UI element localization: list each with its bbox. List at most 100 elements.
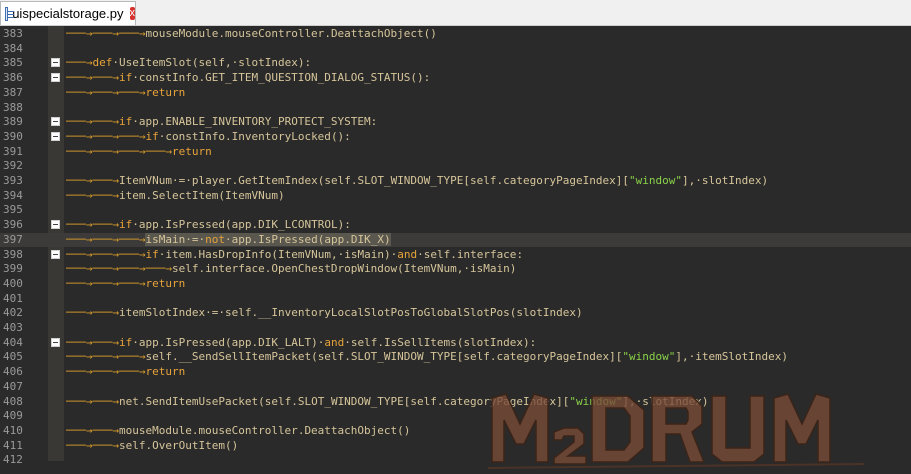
code-text: if·app.IsPressed(app.DIK_LALT)·and·self.… xyxy=(118,335,537,349)
code-text: item.SelectItem(ItemVNum) xyxy=(118,188,285,202)
code-line[interactable]: 409 xyxy=(0,409,911,424)
fold-toggle-icon[interactable] xyxy=(51,58,60,68)
code-line[interactable]: 384 xyxy=(0,42,911,57)
code-text: net.SendItemUsePacket(self.SLOT_WINDOW_T… xyxy=(118,394,709,408)
code-line[interactable]: 411 ───→───→self.OverOutItem() xyxy=(0,439,911,454)
code-line[interactable]: 406 ───→───→───→return xyxy=(0,365,911,380)
code-text: if·app.IsPressed(app.DIK_LCONTROL): xyxy=(118,218,351,232)
line-number: 392 xyxy=(3,159,23,173)
fold-toggle-icon[interactable] xyxy=(51,337,60,347)
code-line[interactable]: 410 ───→───→mouseModule.mouseController.D… xyxy=(0,424,911,439)
indent-markers: ───→───→───→───→ xyxy=(66,262,172,276)
code-line[interactable]: 391 ───→───→───→───→return xyxy=(0,145,911,160)
line-number: 405 xyxy=(3,350,23,364)
code-text: return xyxy=(145,85,186,99)
line-number: 402 xyxy=(3,306,23,320)
code-text: mouseModule.mouseController.DeattachObje… xyxy=(118,423,411,437)
code-line[interactable]: 408 ───→───→net.SendItemUsePacket(self.SL… xyxy=(0,395,911,410)
line-number: 403 xyxy=(3,321,23,334)
line-number: 386 xyxy=(3,71,23,85)
tab-title: uispecialstorage.py xyxy=(12,6,124,21)
code-line[interactable]: 393 ───→───→ItemVNum·=·player.GetItemInde… xyxy=(0,174,911,189)
code-text: if·item.HasDropInfo(ItemVNum,·isMain)·an… xyxy=(145,247,524,261)
code-line[interactable]: 383 ───→───→───→mouseModule.mouseControll… xyxy=(0,27,911,42)
tab-bar: uispecialstorage.py x xyxy=(0,0,911,26)
code-line[interactable]: 388 xyxy=(0,101,911,116)
line-number: 384 xyxy=(3,41,23,55)
fold-toggle-icon[interactable] xyxy=(51,220,60,230)
indent-markers: ───→───→ xyxy=(66,423,119,437)
line-number: 406 xyxy=(3,365,23,379)
code-line[interactable]: 396 ───→───→if·app.IsPressed(app.DIK_LCON… xyxy=(0,218,911,233)
indent-markers: ───→───→ xyxy=(66,115,119,129)
line-number: 390 xyxy=(3,129,23,143)
code-text: self.interface.OpenChestDropWindow(ItemV… xyxy=(171,262,517,276)
code-line[interactable]: 400 ───→───→───→return xyxy=(0,277,911,292)
indent-markers: ───→───→───→───→ xyxy=(66,144,172,158)
line-number: 407 xyxy=(3,379,23,393)
tab-uispecialstorage[interactable]: uispecialstorage.py x xyxy=(0,1,136,25)
line-number: 398 xyxy=(3,247,23,261)
code-text: ItemVNum·=·player.GetItemIndex(self.SLOT… xyxy=(118,174,769,187)
code-text: isMain·=·not·app.IsPressed(app.DIK_X) xyxy=(145,232,391,246)
indent-markers: ───→───→───→ xyxy=(66,85,146,99)
code-text: if·constInfo.GET_ITEM_QUESTION_DIALOG_ST… xyxy=(118,71,431,85)
code-text: def·UseItemSlot(self,·slotIndex): xyxy=(92,56,312,70)
indent-markers: ───→───→ xyxy=(66,218,119,232)
fold-toggle-icon[interactable] xyxy=(51,249,60,259)
code-line[interactable]: 389 ───→───→if·app.ENABLE_INVENTORY_PROTE… xyxy=(0,115,911,130)
indent-markers: ───→───→───→ xyxy=(66,350,146,364)
code-line[interactable]: 404 ───→───→if·app.IsPressed(app.DIK_LALT… xyxy=(0,336,911,351)
code-line[interactable]: 401 xyxy=(0,292,911,307)
code-line[interactable]: 403 xyxy=(0,321,911,336)
code-line[interactable]: 407 xyxy=(0,380,911,395)
fold-toggle-icon[interactable] xyxy=(51,131,60,141)
line-number: 397 xyxy=(3,232,23,246)
code-line[interactable]: 390 ───→───→───→if·constInfo.InventoryLoc… xyxy=(0,130,911,145)
fold-toggle-icon[interactable] xyxy=(51,73,60,83)
code-text: mouseModule.mouseController.DeattachObje… xyxy=(145,27,437,40)
line-number: 409 xyxy=(3,409,23,423)
line-number: 385 xyxy=(3,56,23,70)
line-number: 410 xyxy=(3,423,23,437)
code-line[interactable]: 386 ───→───→if·constInfo.GET_ITEM_QUESTIO… xyxy=(0,71,911,86)
code-line[interactable]: 394 ───→───→item.SelectItem(ItemVNum) xyxy=(0,189,911,204)
line-number: 389 xyxy=(3,115,23,129)
indent-markers: ───→───→ xyxy=(66,335,119,349)
python-file-icon xyxy=(5,6,15,21)
code-line[interactable]: 387 ───→───→───→return xyxy=(0,86,911,101)
line-number: 395 xyxy=(3,203,23,217)
code-line[interactable]: 398 ───→───→───→if·item.HasDropInfo(ItemV… xyxy=(0,248,911,263)
code-line[interactable]: 385 ───→def·UseItemSlot(self,·slotIndex): xyxy=(0,56,911,71)
line-number: 408 xyxy=(3,394,23,408)
indent-markers: ───→───→ xyxy=(66,438,119,452)
indent-markers: ───→───→───→ xyxy=(66,129,146,143)
line-number: 393 xyxy=(3,174,23,187)
code-line[interactable]: 392 xyxy=(0,159,911,174)
code-line[interactable]: 395 xyxy=(0,203,911,218)
code-text: self.__SendSellItemPacket(self.SLOT_WIND… xyxy=(145,350,788,364)
close-tab-icon[interactable]: x xyxy=(129,7,135,20)
code-text: return xyxy=(145,276,186,290)
indent-markers: ───→───→───→ xyxy=(66,27,146,40)
line-number: 404 xyxy=(3,335,23,349)
indent-markers: ───→ xyxy=(66,56,93,70)
line-number: 401 xyxy=(3,291,23,305)
indent-markers: ───→───→───→ xyxy=(66,232,146,246)
line-number: 383 xyxy=(3,27,23,40)
line-number: 400 xyxy=(3,276,23,290)
indent-markers: ───→───→ xyxy=(66,394,119,408)
code-line[interactable]: 402 ───→───→itemSlotIndex·=·self.__Invent… xyxy=(0,306,911,321)
line-number: 399 xyxy=(3,262,23,276)
fold-toggle-icon[interactable] xyxy=(51,117,60,127)
code-line[interactable]: 397 ───→───→───→isMain·=·not·app.IsPresse… xyxy=(0,232,911,248)
code-line[interactable]: 399 ───→───→───→───→self.interface.OpenCh… xyxy=(0,262,911,277)
code-text: if·app.ENABLE_INVENTORY_PROTECT_SYSTEM: xyxy=(118,115,378,129)
indent-markers: ───→───→ xyxy=(66,188,119,202)
line-number: 387 xyxy=(3,85,23,99)
line-number: 396 xyxy=(3,218,23,232)
indent-markers: ───→───→ xyxy=(66,71,119,85)
code-text: return xyxy=(171,144,212,158)
code-editor[interactable]: 383 ───→───→───→mouseModule.mouseControll… xyxy=(0,26,911,469)
code-line[interactable]: 405 ───→───→───→self.__SendSellItemPacket… xyxy=(0,350,911,365)
